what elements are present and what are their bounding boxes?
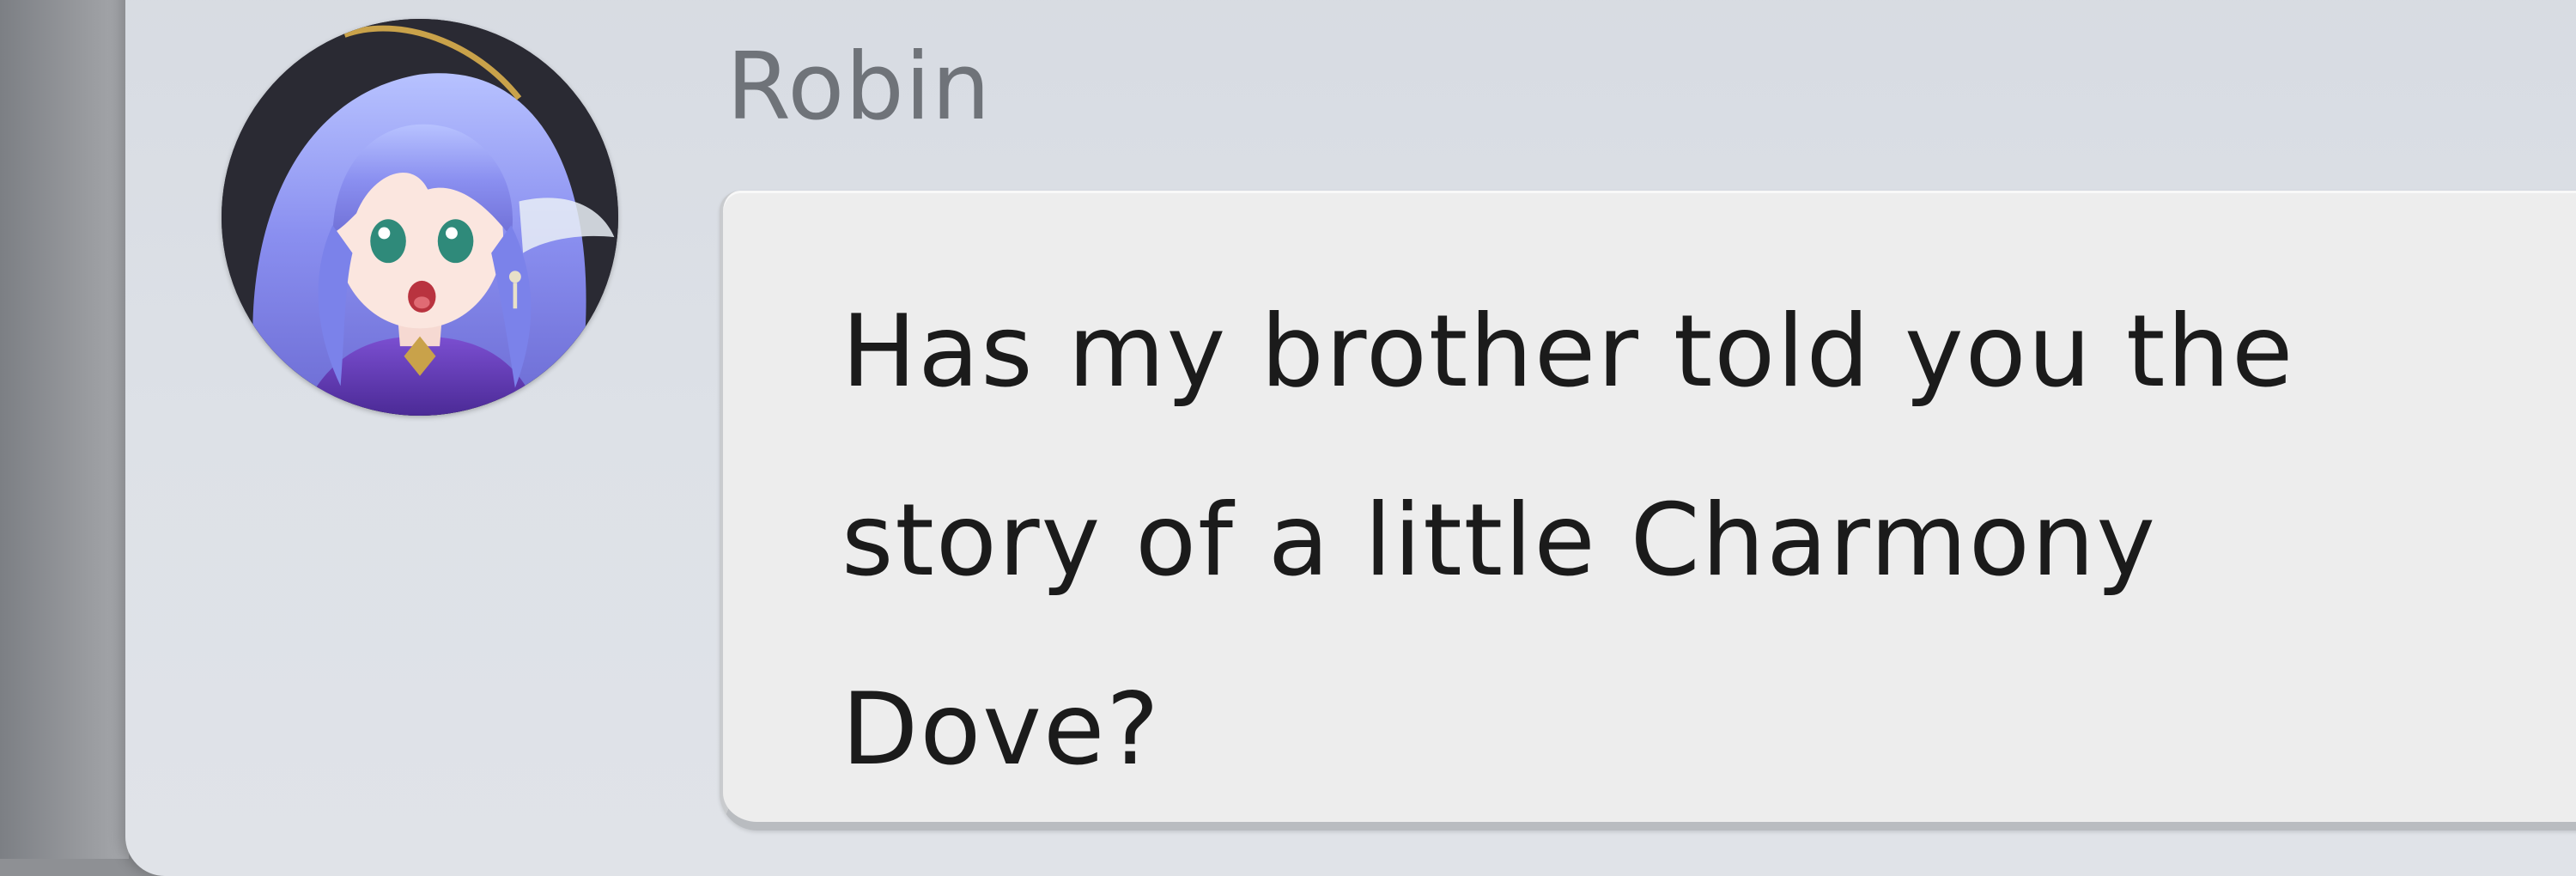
message-text: Has my brother told you the story of a l… [841, 294, 2295, 788]
character-portrait-icon [222, 19, 618, 416]
background-left-strip [0, 0, 129, 859]
avatar[interactable] [222, 19, 618, 416]
speaker-name: Robin [726, 33, 992, 141]
